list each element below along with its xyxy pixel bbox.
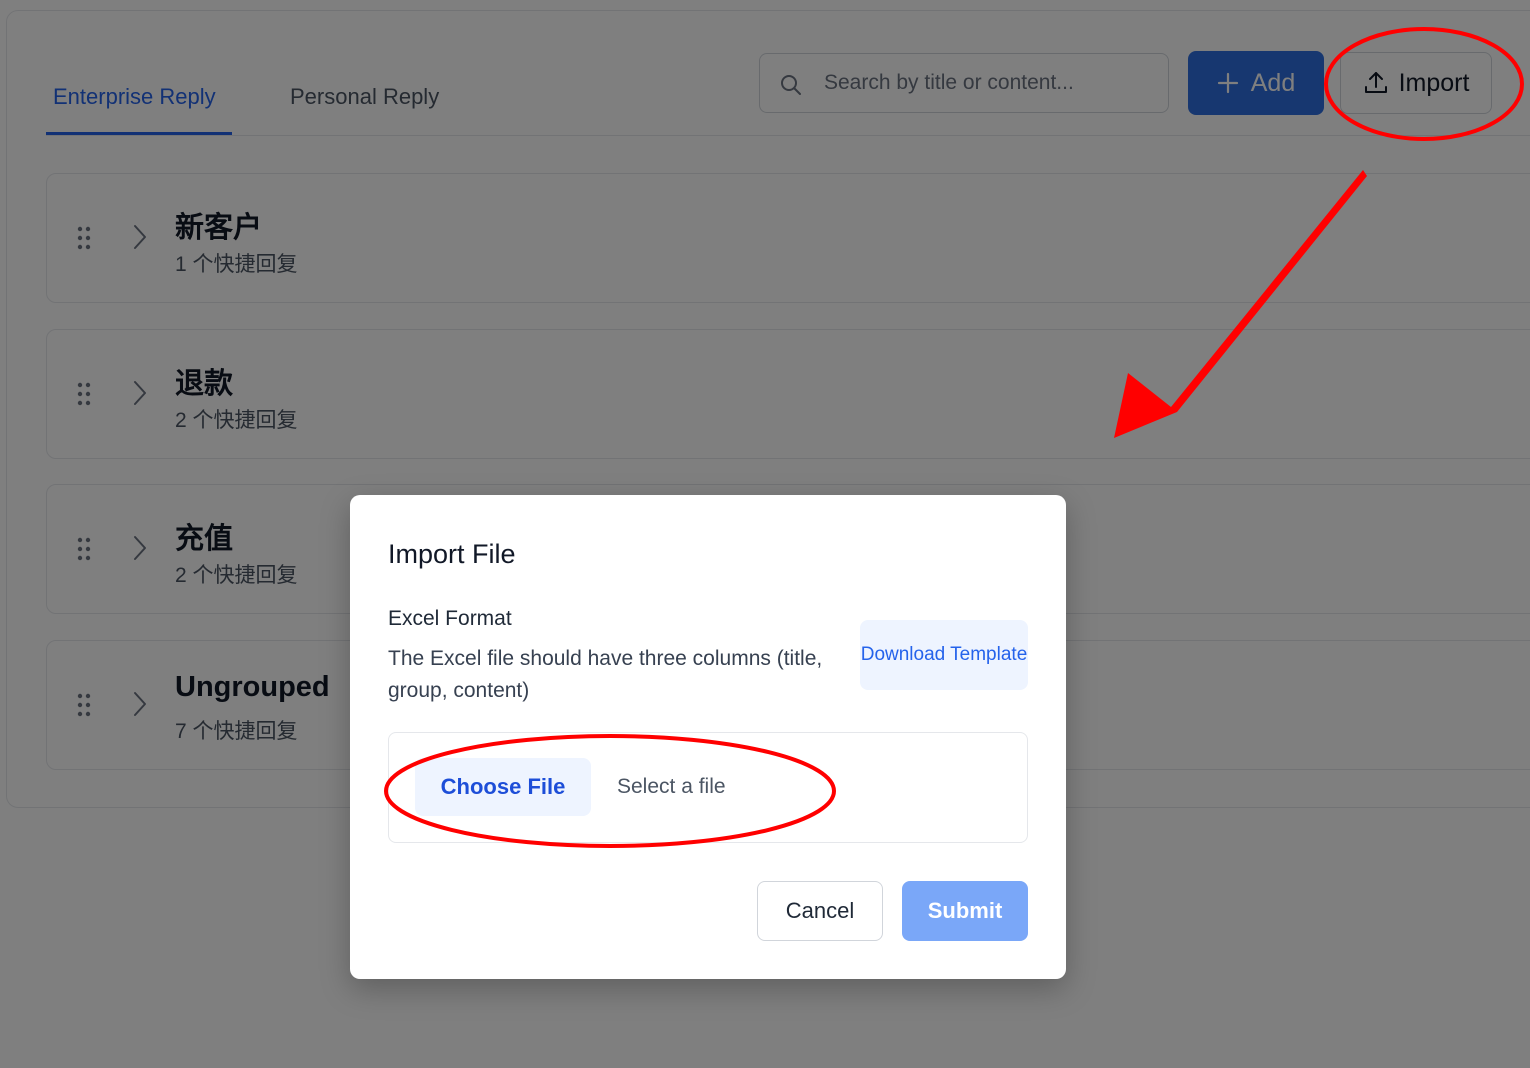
excel-format-heading: Excel Format <box>388 607 512 630</box>
selected-file-status: Select a file <box>617 775 726 798</box>
choose-file-button[interactable]: Choose File <box>415 758 591 816</box>
submit-button[interactable]: Submit <box>902 881 1028 941</box>
file-picker: Choose File Select a file <box>388 732 1028 843</box>
excel-format-description: The Excel file should have three columns… <box>388 647 823 702</box>
import-file-dialog: Import File Excel Format The Excel file … <box>350 495 1066 979</box>
dialog-title: Import File <box>388 539 516 569</box>
cancel-button[interactable]: Cancel <box>757 881 883 941</box>
download-template-button[interactable]: Download Template <box>860 620 1028 690</box>
